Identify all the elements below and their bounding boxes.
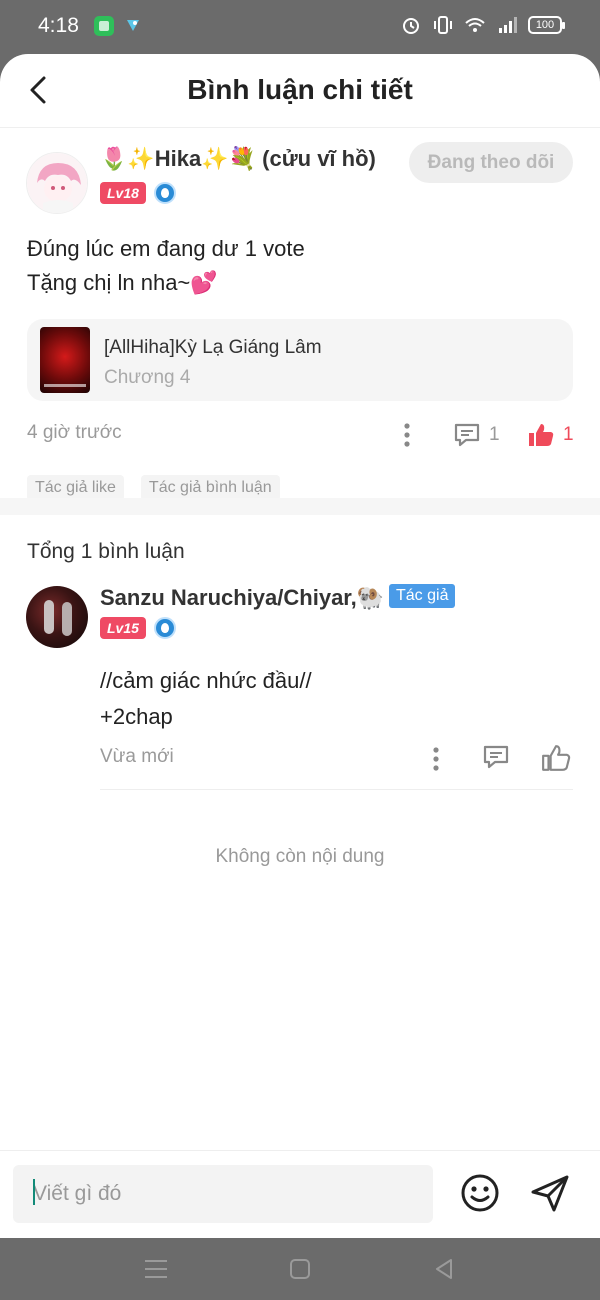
reply-user-name[interactable]: Sanzu Naruchiya/Chiyar,🐏 [100,585,384,611]
smiley-icon[interactable] [460,1173,500,1213]
book-cover [40,327,90,393]
shield-icon [153,182,176,204]
header: Bình luận chi tiết [0,54,600,128]
comment-meta: 4 giờ trước 1 1 [27,421,574,451]
book-chapter: Chương 4 [104,367,191,388]
reply-time: Vừa mới [100,746,174,767]
more-vertical-icon[interactable] [399,421,415,449]
comment-text-line: Đúng lúc em đang dư 1 vote [27,236,305,261]
avatar[interactable] [26,152,88,214]
comment-composer [0,1150,600,1238]
back-nav-icon[interactable] [427,1252,461,1286]
shield-icon [153,617,176,639]
status-icons: 100 [400,14,565,36]
section-divider [0,498,600,515]
author-badge: Tác giả [389,584,456,608]
thumbs-up-icon [529,424,554,446]
user-badges: Lv18 [100,182,176,204]
avatar[interactable] [26,586,88,648]
comment-input[interactable] [13,1165,433,1223]
comment-text-line: Tặng chị ln nha~💕 [27,270,218,295]
reply-divider [100,789,573,790]
reply-text-line: //cảm giác nhức đầu// [100,668,312,693]
level-badge: Lv15 [100,617,146,639]
comment-count: 1 [489,424,500,445]
app-notification-icon-2 [127,20,139,31]
signal-icon [499,17,517,33]
menu-icon[interactable] [139,1252,173,1286]
battery-icon: 100 [528,16,565,34]
thumbs-up-icon[interactable] [541,743,571,773]
follow-button[interactable]: Đang theo dõi [409,142,573,183]
book-title: [AllHiha]Kỳ Lạ Giáng Lâm [104,337,322,358]
alarm-icon [403,18,419,34]
user-name[interactable]: 🌷✨Hika✨💐 (cửu vĩ hồ) [100,146,376,172]
like-button[interactable]: 1 [527,421,574,449]
comment-icon[interactable] [482,743,510,771]
comment-icon [454,423,480,447]
system-nav-bar [0,1238,600,1300]
level-badge: Lv18 [100,182,146,204]
reply-total: Tổng 1 bình luận [27,540,185,563]
comment-text: Đúng lúc em đang dư 1 vote Tặng chị ln n… [27,232,305,300]
status-time: 4:18 [38,14,79,37]
page-title: Bình luận chi tiết [187,74,413,105]
reply-meta: Vừa mới [100,743,573,773]
vibrate-icon [434,16,452,34]
comment-button[interactable]: 1 [453,421,500,449]
text-caret [33,1179,35,1205]
comment-detail-sheet: Bình luận chi tiết 🌷✨Hika✨💐 (cửu vĩ hồ) … [0,54,600,1238]
status-bar: 4:18 100 [0,0,600,54]
more-vertical-icon[interactable] [428,745,444,773]
home-icon[interactable] [283,1252,317,1286]
reply-text: //cảm giác nhức đầu// +2chap [100,663,312,735]
app-notification-icon [94,16,114,36]
wifi-icon [465,18,485,32]
user-badges: Lv15 [100,617,176,639]
send-icon[interactable] [528,1171,572,1215]
end-of-list: Không còn nội dung [215,846,385,867]
comment-time: 4 giờ trước [27,422,122,443]
like-count: 1 [563,424,574,445]
avatar-image [27,153,87,213]
book-card[interactable]: [AllHiha]Kỳ Lạ Giáng Lâm Chương 4 [27,319,573,401]
reply-text-line: +2chap [100,704,173,729]
